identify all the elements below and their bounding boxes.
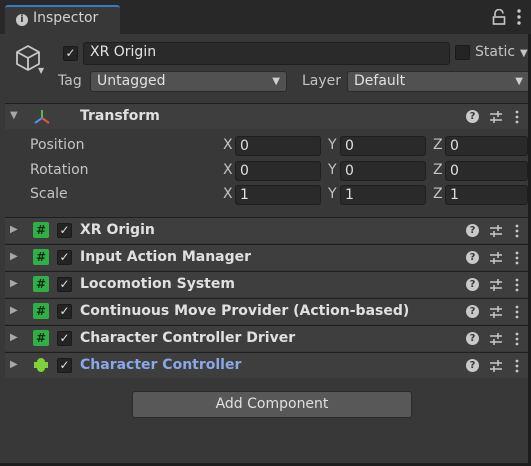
component-title: Transform [80, 108, 160, 124]
foldout-collapsed-icon[interactable]: ▶ [10, 224, 18, 235]
component-menu-icon[interactable] [515, 359, 519, 373]
script-icon: # [33, 276, 49, 292]
layer-dropdown[interactable]: Default ▼ [347, 71, 530, 92]
presets-icon[interactable] [489, 278, 503, 292]
presets-icon[interactable] [489, 224, 503, 238]
icon-dropdown-arrow-icon[interactable]: ▼ [38, 66, 44, 75]
component-enabled-checkbox[interactable]: ✓ [57, 277, 72, 292]
axis-y-label[interactable]: Y [328, 137, 337, 153]
scale-z-field[interactable]: 1 [445, 185, 528, 205]
component-title: Continuous Move Provider (Action-based) [80, 303, 410, 319]
component-enabled-checkbox[interactable]: ✓ [57, 223, 72, 238]
presets-icon[interactable] [489, 332, 503, 346]
position-z-field[interactable]: 0 [445, 136, 528, 156]
component-enabled-checkbox[interactable]: ✓ [57, 304, 72, 319]
tab-inspector[interactable]: i Inspector [5, 5, 120, 34]
scale-x-field[interactable]: 1 [235, 185, 321, 205]
script-icon: # [33, 303, 49, 319]
presets-icon[interactable] [489, 110, 503, 124]
foldout-expanded-icon[interactable]: ▼ [10, 110, 18, 121]
chevron-down-icon: ▼ [515, 76, 523, 87]
axis-y-label[interactable]: Y [328, 186, 337, 202]
static-label: Static [475, 44, 516, 60]
help-icon[interactable]: ? [466, 305, 479, 318]
component-header-1[interactable]: ▶ # ✓ Input Action Manager ? [5, 244, 531, 270]
component-enabled-checkbox[interactable]: ✓ [57, 331, 72, 346]
component-menu-icon[interactable] [515, 110, 519, 124]
info-icon: i [16, 14, 28, 26]
tag-value: Untagged [97, 73, 166, 89]
presets-icon[interactable] [489, 359, 503, 373]
rotation-label: Rotation [30, 162, 89, 178]
foldout-collapsed-icon[interactable]: ▶ [10, 359, 18, 370]
axis-z-label[interactable]: Z [433, 186, 443, 202]
component-menu-icon[interactable] [515, 224, 519, 238]
foldout-collapsed-icon[interactable]: ▶ [10, 278, 18, 289]
help-icon[interactable]: ? [466, 332, 479, 345]
static-checkbox[interactable] [455, 45, 470, 60]
help-icon[interactable]: ? [466, 251, 479, 264]
component-header-0[interactable]: ▶ # ✓ XR Origin ? [5, 217, 531, 243]
layer-value: Default [354, 73, 406, 89]
axis-x-label[interactable]: X [223, 162, 233, 178]
rotation-x-field[interactable]: 0 [235, 161, 321, 181]
component-title: XR Origin [80, 222, 155, 238]
position-x-field[interactable]: 0 [235, 136, 321, 156]
help-icon[interactable]: ? [466, 110, 479, 123]
foldout-collapsed-icon[interactable]: ▶ [10, 251, 18, 262]
component-title: Locomotion System [80, 276, 235, 292]
position-label: Position [30, 137, 85, 153]
foldout-collapsed-icon[interactable]: ▶ [10, 305, 18, 316]
component-title: Character Controller Driver [80, 330, 296, 346]
axis-z-label[interactable]: Z [433, 137, 443, 153]
chevron-down-icon: ▼ [272, 76, 280, 87]
layer-label: Layer [302, 73, 342, 89]
tag-label: Tag [58, 73, 82, 89]
axis-z-label[interactable]: Z [433, 162, 443, 178]
add-component-button[interactable]: Add Component [132, 391, 412, 418]
component-header-transform[interactable]: ▼ Transform ? [5, 103, 531, 129]
static-dropdown-arrow-icon[interactable]: ▼ [520, 48, 528, 59]
component-header-2[interactable]: ▶ # ✓ Locomotion System ? [5, 271, 531, 297]
more-options-icon[interactable] [514, 8, 524, 26]
component-title: Input Action Manager [80, 249, 252, 265]
presets-icon[interactable] [489, 251, 503, 265]
script-icon: # [33, 249, 49, 265]
tag-dropdown[interactable]: Untagged ▼ [90, 71, 287, 92]
script-icon: # [33, 222, 49, 238]
rotation-z-field[interactable]: 0 [445, 161, 528, 181]
script-icon: # [33, 330, 49, 346]
position-y-field[interactable]: 0 [340, 136, 426, 156]
object-name-field[interactable]: XR Origin [83, 42, 450, 65]
active-checkbox[interactable]: ✓ [63, 46, 78, 61]
foldout-collapsed-icon[interactable]: ▶ [10, 332, 18, 343]
axis-y-label[interactable]: Y [328, 162, 337, 178]
character-controller-icon [33, 357, 49, 373]
help-icon[interactable]: ? [466, 359, 479, 372]
component-menu-icon[interactable] [515, 332, 519, 346]
transform-axes-icon [34, 110, 50, 124]
axis-x-label[interactable]: X [223, 186, 233, 202]
rotation-y-field[interactable]: 0 [340, 161, 426, 181]
help-icon[interactable]: ? [466, 224, 479, 237]
component-header-5[interactable]: ▶ ✓ Character Controller ? [5, 352, 531, 378]
component-header-3[interactable]: ▶ # ✓ Continuous Move Provider (Action-b… [5, 298, 531, 324]
scale-y-field[interactable]: 1 [340, 185, 426, 205]
component-menu-icon[interactable] [515, 278, 519, 292]
component-menu-icon[interactable] [515, 305, 519, 319]
component-title: Character Controller [80, 357, 242, 373]
axis-x-label[interactable]: X [223, 137, 233, 153]
tab-label: Inspector [33, 10, 99, 26]
component-enabled-checkbox[interactable]: ✓ [57, 250, 72, 265]
component-header-4[interactable]: ▶ # ✓ Character Controller Driver ? [5, 325, 531, 351]
component-enabled-checkbox[interactable]: ✓ [57, 358, 72, 373]
help-icon[interactable]: ? [466, 278, 479, 291]
component-menu-icon[interactable] [515, 251, 519, 265]
presets-icon[interactable] [489, 305, 503, 319]
scale-label: Scale [30, 186, 68, 202]
lock-icon[interactable] [491, 9, 507, 25]
